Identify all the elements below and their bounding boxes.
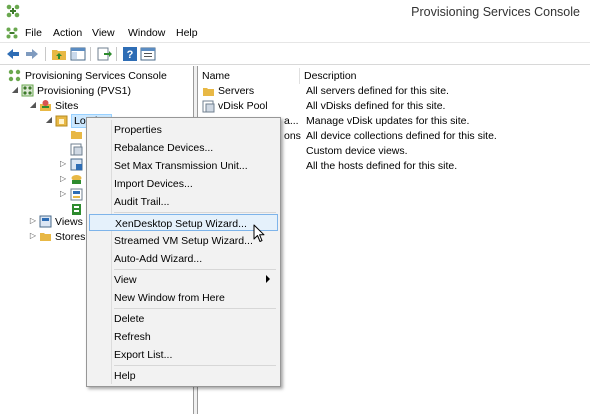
menu-item-label: Streamed VM Setup Wizard... bbox=[114, 235, 253, 247]
menu-item-audit-trail[interactable]: Audit Trail... bbox=[89, 193, 278, 210]
menu-item-label: Rebalance Devices... bbox=[114, 142, 214, 154]
menu-item-label: Auto-Add Wizard... bbox=[114, 253, 203, 265]
list-item-description: Manage vDisk updates for this site. bbox=[306, 115, 470, 127]
menu-window[interactable]: Window bbox=[128, 27, 165, 39]
menu-help[interactable]: Help bbox=[176, 27, 198, 39]
menu-item-label: Export List... bbox=[114, 349, 173, 361]
up-folder-icon[interactable] bbox=[51, 46, 67, 62]
vdisk-update-icon[interactable] bbox=[70, 158, 83, 171]
tree-label: Views bbox=[55, 216, 83, 228]
menu-separator bbox=[114, 269, 276, 270]
menu-item-label: Delete bbox=[114, 313, 145, 325]
menu-item-properties[interactable]: Properties bbox=[89, 121, 278, 138]
menu-separator bbox=[114, 212, 276, 213]
servers-folder-icon[interactable] bbox=[70, 128, 83, 141]
export-icon[interactable] bbox=[96, 46, 112, 62]
menu-item-label: Audit Trail... bbox=[114, 196, 170, 208]
menu-bar: File Action View Window Help bbox=[0, 24, 590, 43]
menu-item-streamed-vm-setup-wizard[interactable]: Streamed VM Setup Wizard... bbox=[89, 232, 278, 249]
list-item-name-fragment: a... bbox=[284, 115, 299, 127]
expand-triangle-icon[interactable]: ▷ bbox=[60, 159, 66, 168]
toolbar-separator bbox=[116, 47, 117, 61]
help-icon[interactable]: ? bbox=[122, 46, 138, 62]
expand-triangle-icon[interactable]: ▷ bbox=[60, 174, 66, 183]
console-root-icon bbox=[8, 69, 21, 82]
farm-icon bbox=[21, 84, 34, 97]
sites-icon bbox=[40, 100, 51, 111]
tree-label: Provisioning Services Console bbox=[25, 70, 167, 82]
console-menu-icon[interactable] bbox=[6, 27, 18, 39]
window-title: Provisioning Services Console bbox=[411, 5, 580, 19]
menu-item-label: Help bbox=[114, 370, 136, 382]
title-bar: Provisioning Services Console bbox=[0, 0, 590, 24]
menu-item-refresh[interactable]: Refresh bbox=[89, 328, 278, 345]
toolbar-separator bbox=[45, 47, 46, 61]
vdisk-pool-icon[interactable] bbox=[70, 143, 83, 156]
menu-action[interactable]: Action bbox=[53, 27, 82, 39]
collapse-triangle-icon[interactable]: ◢ bbox=[28, 100, 38, 110]
vdisk-pool-icon bbox=[202, 100, 215, 113]
menu-item-set-max-transmission-unit[interactable]: Set Max Transmission Unit... bbox=[89, 157, 278, 174]
menu-item-label: Import Devices... bbox=[114, 178, 193, 190]
toolbar-separator bbox=[90, 47, 91, 61]
list-item[interactable]: vDisk Pool All vDisks defined for this s… bbox=[200, 99, 588, 114]
list-item-description: All the hosts defined for this site. bbox=[306, 160, 458, 172]
tree-label: Stores bbox=[55, 231, 86, 243]
show-hide-tree-icon[interactable] bbox=[70, 46, 86, 62]
menu-item-rebalance-devices[interactable]: Rebalance Devices... bbox=[89, 139, 278, 156]
menu-item-label: View bbox=[114, 274, 137, 286]
svg-text:?: ? bbox=[127, 49, 134, 61]
views-folder-icon bbox=[39, 215, 52, 228]
list-item-description: Custom device views. bbox=[306, 145, 408, 157]
context-menu: Properties Rebalance Devices... Set Max … bbox=[86, 117, 281, 387]
citrix-pvs-app-icon bbox=[6, 4, 20, 18]
expand-triangle-icon[interactable]: ▷ bbox=[28, 231, 38, 241]
menu-item-xendesktop-setup-wizard[interactable]: XenDesktop Setup Wizard... bbox=[89, 214, 278, 231]
properties-icon[interactable] bbox=[140, 46, 156, 62]
forward-icon[interactable] bbox=[24, 46, 40, 62]
column-header-name[interactable]: Name bbox=[198, 68, 300, 84]
device-collections-icon[interactable] bbox=[70, 173, 83, 186]
servers-folder-icon bbox=[203, 88, 214, 96]
submenu-arrow-icon bbox=[266, 275, 270, 283]
expand-triangle-icon[interactable]: ▷ bbox=[28, 216, 38, 226]
list-item-name: Servers bbox=[218, 85, 255, 97]
menu-item-export-list[interactable]: Export List... bbox=[89, 346, 278, 363]
tree-label: Sites bbox=[55, 100, 79, 112]
expand-triangle-icon[interactable]: ▷ bbox=[60, 189, 66, 198]
menu-separator bbox=[114, 308, 276, 309]
list-item-name-fragment: ons bbox=[284, 130, 301, 142]
menu-view[interactable]: View bbox=[92, 27, 115, 39]
menu-item-label: Set Max Transmission Unit... bbox=[114, 160, 248, 172]
menu-item-label: XenDesktop Setup Wizard... bbox=[115, 218, 247, 230]
tree-label: Provisioning (PVS1) bbox=[37, 85, 131, 97]
site-icon bbox=[55, 115, 68, 127]
menu-separator bbox=[114, 365, 276, 366]
menu-item-view[interactable]: View bbox=[89, 271, 278, 288]
back-icon[interactable] bbox=[5, 46, 21, 62]
menu-item-help[interactable]: Help bbox=[89, 367, 278, 384]
hosts-icon[interactable] bbox=[70, 203, 83, 216]
menu-item-new-window-from-here[interactable]: New Window from Here bbox=[89, 289, 278, 306]
stores-folder-icon bbox=[40, 233, 51, 241]
menu-item-label: Refresh bbox=[114, 331, 151, 343]
list-item-name: vDisk Pool bbox=[218, 100, 268, 112]
menu-item-auto-add-wizard[interactable]: Auto-Add Wizard... bbox=[89, 250, 278, 267]
list-item-description: All vDisks defined for this site. bbox=[306, 100, 446, 112]
mouse-cursor-icon bbox=[253, 224, 265, 242]
column-header-description[interactable]: Description bbox=[300, 68, 590, 84]
views-icon[interactable] bbox=[70, 188, 83, 201]
list-item[interactable]: Servers All servers defined for this sit… bbox=[200, 84, 588, 99]
menu-item-label: New Window from Here bbox=[114, 292, 225, 304]
menu-item-import-devices[interactable]: Import Devices... bbox=[89, 175, 278, 192]
collapse-triangle-icon[interactable]: ◢ bbox=[10, 85, 20, 95]
list-item-description: All servers defined for this site. bbox=[306, 85, 449, 97]
toolbar: ? bbox=[0, 43, 590, 65]
menu-item-delete[interactable]: Delete bbox=[89, 310, 278, 327]
menu-file[interactable]: File bbox=[25, 27, 42, 39]
collapse-triangle-icon[interactable]: ◢ bbox=[44, 115, 54, 125]
menu-item-label: Properties bbox=[114, 124, 162, 136]
list-item-description: All device collections defined for this … bbox=[306, 130, 497, 142]
